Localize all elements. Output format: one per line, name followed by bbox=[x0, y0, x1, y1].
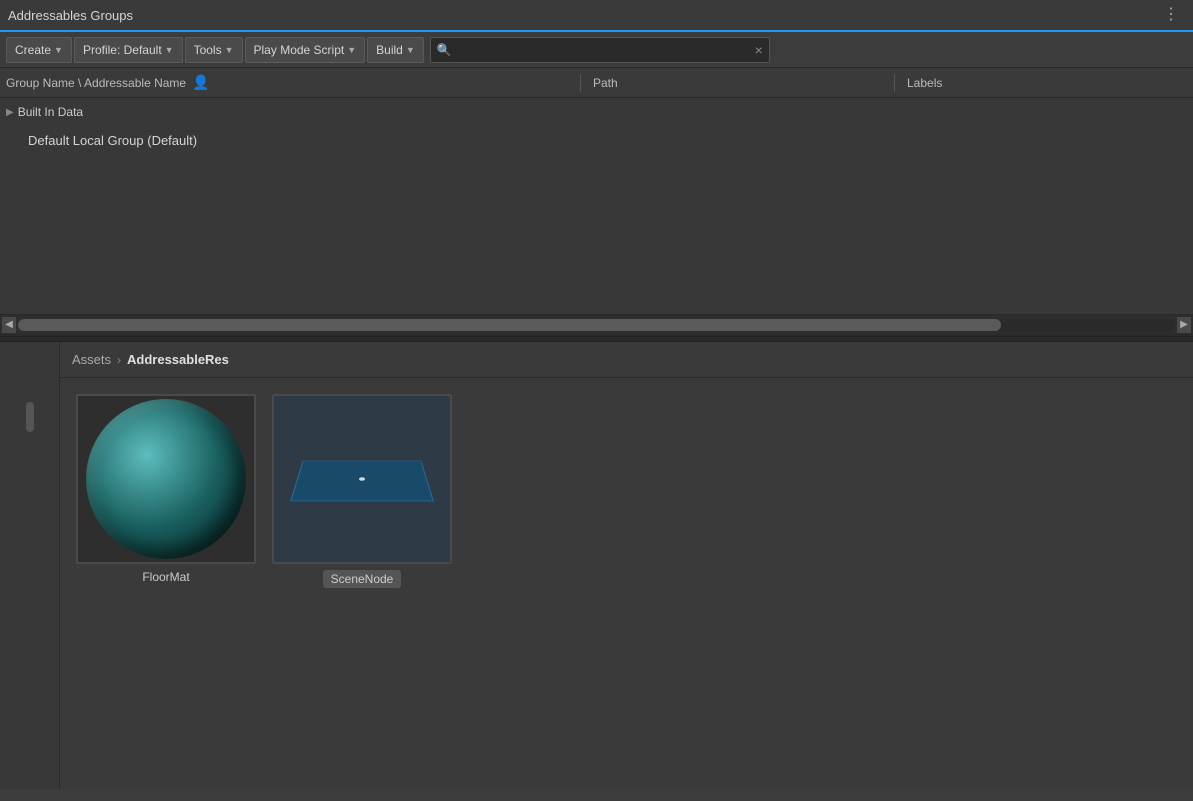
floormat-sphere bbox=[86, 399, 246, 559]
col-divider-2 bbox=[894, 74, 895, 92]
tools-button[interactable]: Tools ▼ bbox=[185, 37, 243, 63]
tree-item-built-in-data[interactable]: ▶ Built In Data bbox=[0, 98, 1193, 126]
asset-item-floormat[interactable]: FloorMat bbox=[76, 394, 256, 588]
search-icon: 🔍 bbox=[437, 43, 452, 57]
col-labels-header: Labels bbox=[899, 76, 1187, 90]
assets-grid: FloorMat SceneNode bbox=[60, 378, 1193, 789]
build-dropdown-arrow: ▼ bbox=[406, 45, 415, 55]
asset-thumb-floormat bbox=[76, 394, 256, 564]
tree-item-default-local-group[interactable]: Default Local Group (Default) bbox=[0, 126, 1193, 154]
left-sidebar bbox=[0, 342, 60, 789]
breadcrumb-current[interactable]: AddressableRes bbox=[127, 352, 229, 367]
asset-item-scenenode[interactable]: SceneNode bbox=[272, 394, 452, 588]
built-in-data-label: Built In Data bbox=[18, 105, 83, 119]
expand-arrow-built-in: ▶ bbox=[6, 107, 14, 118]
scroll-right-button[interactable]: ▶ bbox=[1177, 317, 1191, 333]
tree-content: ▶ Built In Data Default Local Group (Def… bbox=[0, 98, 1193, 314]
play-mode-dropdown-arrow: ▼ bbox=[347, 45, 356, 55]
breadcrumb-arrow: › bbox=[117, 353, 121, 367]
col-divider-1 bbox=[580, 74, 581, 92]
panel-menu-button[interactable]: ⋮ bbox=[1157, 5, 1185, 25]
bottom-panel: Assets › AddressableRes FloorMat Scen bbox=[0, 342, 1193, 789]
asset-label-floormat: FloorMat bbox=[142, 570, 189, 584]
assets-main: Assets › AddressableRes FloorMat Scen bbox=[60, 342, 1193, 789]
default-local-group-label: Default Local Group (Default) bbox=[28, 133, 197, 148]
breadcrumb-assets[interactable]: Assets bbox=[72, 352, 111, 367]
asset-thumb-scenenode bbox=[272, 394, 452, 564]
column-headers: Group Name \ Addressable Name 👤 Path Lab… bbox=[0, 68, 1193, 98]
asset-label-scenenode: SceneNode bbox=[323, 570, 402, 588]
create-button[interactable]: Create ▼ bbox=[6, 37, 72, 63]
search-input[interactable] bbox=[456, 43, 755, 57]
title-bar-menu: ⋮ bbox=[1157, 5, 1185, 25]
play-mode-script-button[interactable]: Play Mode Script ▼ bbox=[245, 37, 366, 63]
toolbar: Create ▼ Profile: Default ▼ Tools ▼ Play… bbox=[0, 32, 1193, 68]
search-clear-button[interactable]: × bbox=[755, 43, 763, 57]
panel-title: Addressables Groups bbox=[8, 8, 133, 23]
scenenode-plane bbox=[290, 461, 434, 502]
search-container: 🔍 × bbox=[430, 37, 770, 63]
scenenode-plane-container bbox=[274, 394, 450, 564]
build-button[interactable]: Build ▼ bbox=[367, 37, 424, 63]
addressables-groups-panel: Addressables Groups ⋮ Create ▼ Profile: … bbox=[0, 0, 1193, 336]
sidebar-scroll-area bbox=[0, 342, 59, 789]
tools-dropdown-arrow: ▼ bbox=[225, 45, 234, 55]
scroll-thumb bbox=[18, 319, 1001, 331]
profile-dropdown-arrow: ▼ bbox=[165, 45, 174, 55]
sidebar-scroll-thumb bbox=[26, 402, 34, 432]
tree-empty-space bbox=[0, 154, 1193, 314]
scroll-track[interactable] bbox=[18, 319, 1175, 331]
scroll-left-button[interactable]: ◀ bbox=[2, 317, 16, 333]
breadcrumb: Assets › AddressableRes bbox=[60, 342, 1193, 378]
create-dropdown-arrow: ▼ bbox=[54, 45, 63, 55]
col-path-header: Path bbox=[585, 76, 890, 90]
horizontal-scrollbar: ◀ ▶ bbox=[0, 314, 1193, 334]
col-group-icon: 👤 bbox=[192, 74, 209, 91]
title-bar: Addressables Groups ⋮ bbox=[0, 0, 1193, 32]
col-name-header: Group Name \ Addressable Name 👤 bbox=[6, 74, 576, 91]
profile-button[interactable]: Profile: Default ▼ bbox=[74, 37, 183, 63]
